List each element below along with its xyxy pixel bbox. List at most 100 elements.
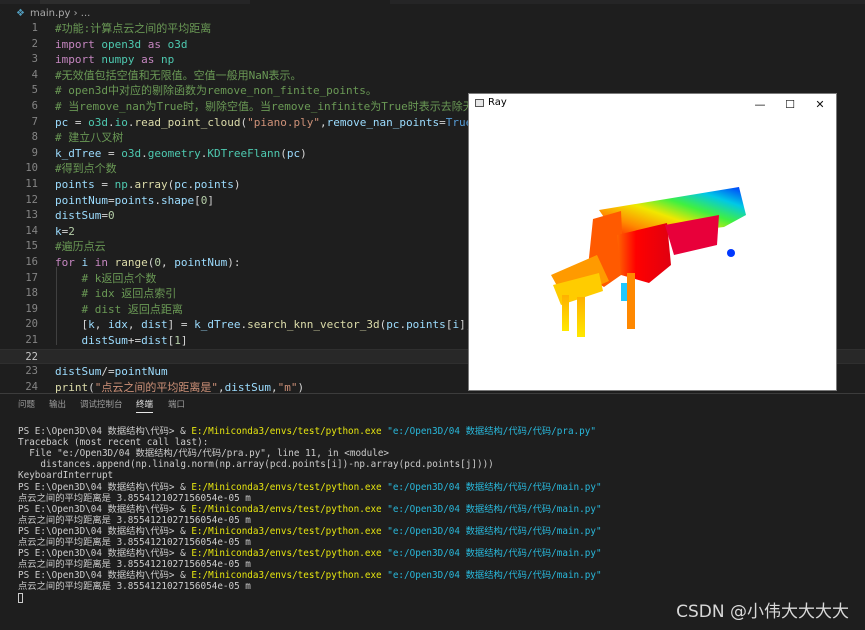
code-token: k xyxy=(88,318,95,332)
terminal-line: 点云之间的平均距离是 3.8554121027156054e-05 m xyxy=(18,537,251,548)
code-token: += xyxy=(127,334,142,347)
terminal-line: 点云之间的平均距离是 3.8554121027156054e-05 m xyxy=(18,559,251,570)
panel-tab[interactable]: 终端 xyxy=(136,398,154,413)
code-text: import numpy as np xyxy=(55,52,174,68)
code-text: #得到点个数 xyxy=(55,161,117,177)
terminal-text: E:/Miniconda3/envs/test/python.exe xyxy=(191,481,382,493)
code-token: , xyxy=(319,115,327,129)
code-token: print xyxy=(55,380,89,394)
maximize-button[interactable]: ☐ xyxy=(775,94,805,115)
code-token: np xyxy=(160,53,175,67)
code-line[interactable]: 1 #功能:计算点云之间的平均距离 xyxy=(0,21,865,37)
code-text: [k, idx, dist] = k_dTree.search_knn_vect… xyxy=(55,317,485,333)
panel-tabs: 问题 输出 调试控制台 终端 端口 xyxy=(0,398,865,414)
code-token: distSum xyxy=(55,209,102,223)
code-token: #遍历点云 xyxy=(55,240,106,254)
code-token: "piano.ply" xyxy=(247,115,320,129)
code-token: geometry xyxy=(147,146,201,160)
code-token: #功能:计算点云之间的平均距离 xyxy=(55,22,212,35)
terminal-text: "e:/Open3D/04 数据结构/代码/代码/main.py" xyxy=(381,481,602,493)
line-number: 1 xyxy=(31,22,38,34)
panel-tab[interactable]: 问题 xyxy=(18,398,35,412)
code-token: . xyxy=(127,115,135,129)
line-number: 23 xyxy=(25,365,38,378)
code-token: ) xyxy=(297,380,305,394)
code-text: distSum=0 xyxy=(55,208,115,224)
code-token: . xyxy=(127,178,135,191)
code-token: o3d xyxy=(167,37,188,51)
code-token: 2 xyxy=(68,224,75,238)
code-text: pc = o3d.io.read_point_cloud("piano.ply"… xyxy=(55,115,505,131)
code-token: ) xyxy=(233,178,241,191)
code-token: # 建立八叉树 xyxy=(55,131,124,145)
terminal-line: 点云之间的平均距离是 3.8554121027156054e-05 m xyxy=(18,581,251,592)
code-token: [ xyxy=(194,193,201,207)
line-number: 17 xyxy=(25,271,38,284)
code-token: # k返回点个数 xyxy=(81,271,157,285)
code-text: k=2 xyxy=(55,224,75,240)
line-number: 3 xyxy=(31,53,38,66)
code-token: = xyxy=(68,115,89,129)
code-line[interactable]: 4 #无效值包括空值和无限值。空值一般用NaN表示。 xyxy=(0,68,865,84)
close-button[interactable]: ✕ xyxy=(805,94,835,115)
terminal-text: Traceback (most recent call last): xyxy=(18,437,209,449)
code-token: . xyxy=(108,115,115,129)
code-token: distSum xyxy=(81,334,128,347)
code-token: as xyxy=(134,53,161,67)
code-token: # 当remove_nan为True时，剔除空值。当remove_infinit… xyxy=(55,100,485,113)
terminal-line: PS E:\Open3D\04 数据结构\代码> & E:/Miniconda3… xyxy=(18,548,602,559)
code-line[interactable]: 3 import numpy as np xyxy=(0,52,865,68)
code-token: ( xyxy=(280,146,287,160)
code-token: "点云之间的平均距离是" xyxy=(94,380,218,394)
code-line[interactable]: 2 import open3d as o3d xyxy=(0,37,865,53)
code-token: . xyxy=(154,193,161,207)
terminal-text: E:/Miniconda3/envs/test/python.exe xyxy=(191,426,382,437)
code-token: . xyxy=(141,146,148,160)
line-number: 6 xyxy=(31,100,38,112)
code-token: , xyxy=(127,318,142,332)
line-number: 13 xyxy=(25,209,38,222)
code-token: points xyxy=(114,193,155,207)
code-token: #得到点个数 xyxy=(55,162,117,176)
code-token: pointNum xyxy=(55,193,108,207)
terminal-line: File "e:/Open3D/04 数据结构/代码/代码/pra.py", l… xyxy=(18,448,389,459)
code-token: #无效值包括空值和无限值。空值一般用NaN表示。 xyxy=(55,68,302,82)
terminal-line: Traceback (most recent call last): xyxy=(18,437,208,448)
panel-tab[interactable]: 端口 xyxy=(168,398,185,412)
terminal-text: PS E:\Open3D\04 数据结构\代码> & xyxy=(18,525,192,537)
panel-divider[interactable] xyxy=(0,393,865,394)
minimize-button[interactable]: — xyxy=(745,94,775,115)
code-token: ): xyxy=(227,256,241,269)
ray-window[interactable]: Ray — ☐ ✕ xyxy=(468,93,837,391)
code-token: distSum xyxy=(55,365,102,379)
code-token: 0 xyxy=(154,256,161,269)
terminal-text: File "e:/Open3D/04 数据结构/代码/代码/pra.py", l… xyxy=(18,448,390,460)
terminal-cursor xyxy=(18,593,23,603)
terminal-line: distances.append(np.linalg.norm(np.array… xyxy=(18,459,493,470)
ray-titlebar[interactable]: Ray — ☐ ✕ xyxy=(469,94,836,115)
code-token: idx xyxy=(108,318,128,332)
terminal-text: E:/Miniconda3/envs/test/python.exe xyxy=(191,570,382,582)
code-text: pointNum=points.shape[0] xyxy=(55,193,214,209)
terminal-text: PS E:\Open3D\04 数据结构\代码> & xyxy=(18,570,192,582)
terminal-line: PS E:\Open3D\04 数据结构\代码> & E:/Miniconda3… xyxy=(18,526,602,537)
code-token: # idx 返回点索引 xyxy=(81,287,177,301)
code-token: for xyxy=(55,256,82,269)
line-number: 11 xyxy=(25,178,38,190)
code-token: points xyxy=(194,178,234,191)
terminal-text: 点云之间的平均距离是 3.8554121027156054e-05 m xyxy=(18,514,251,526)
line-number: 9 xyxy=(31,146,38,159)
code-text: for i in range(0, pointNum): xyxy=(55,255,240,271)
terminal-text: "e:/Open3D/04 数据结构/代码/代码/main.py" xyxy=(381,503,602,515)
terminal-text: PS E:\Open3D\04 数据结构\代码> & xyxy=(18,426,192,437)
panel-tab[interactable]: 输出 xyxy=(49,398,66,412)
terminal-prompt[interactable] xyxy=(18,593,23,604)
terminal-line: PS E:\Open3D\04 数据结构\代码> & E:/Miniconda3… xyxy=(18,570,602,581)
code-text: #遍历点云 xyxy=(55,239,106,255)
code-token: /= xyxy=(101,365,115,379)
line-number: 10 xyxy=(25,162,38,175)
piano-point-cloud-view[interactable] xyxy=(469,115,836,390)
panel-tab[interactable]: 调试控制台 xyxy=(80,398,123,412)
code-token: import xyxy=(55,53,102,67)
line-number: 15 xyxy=(25,240,38,253)
